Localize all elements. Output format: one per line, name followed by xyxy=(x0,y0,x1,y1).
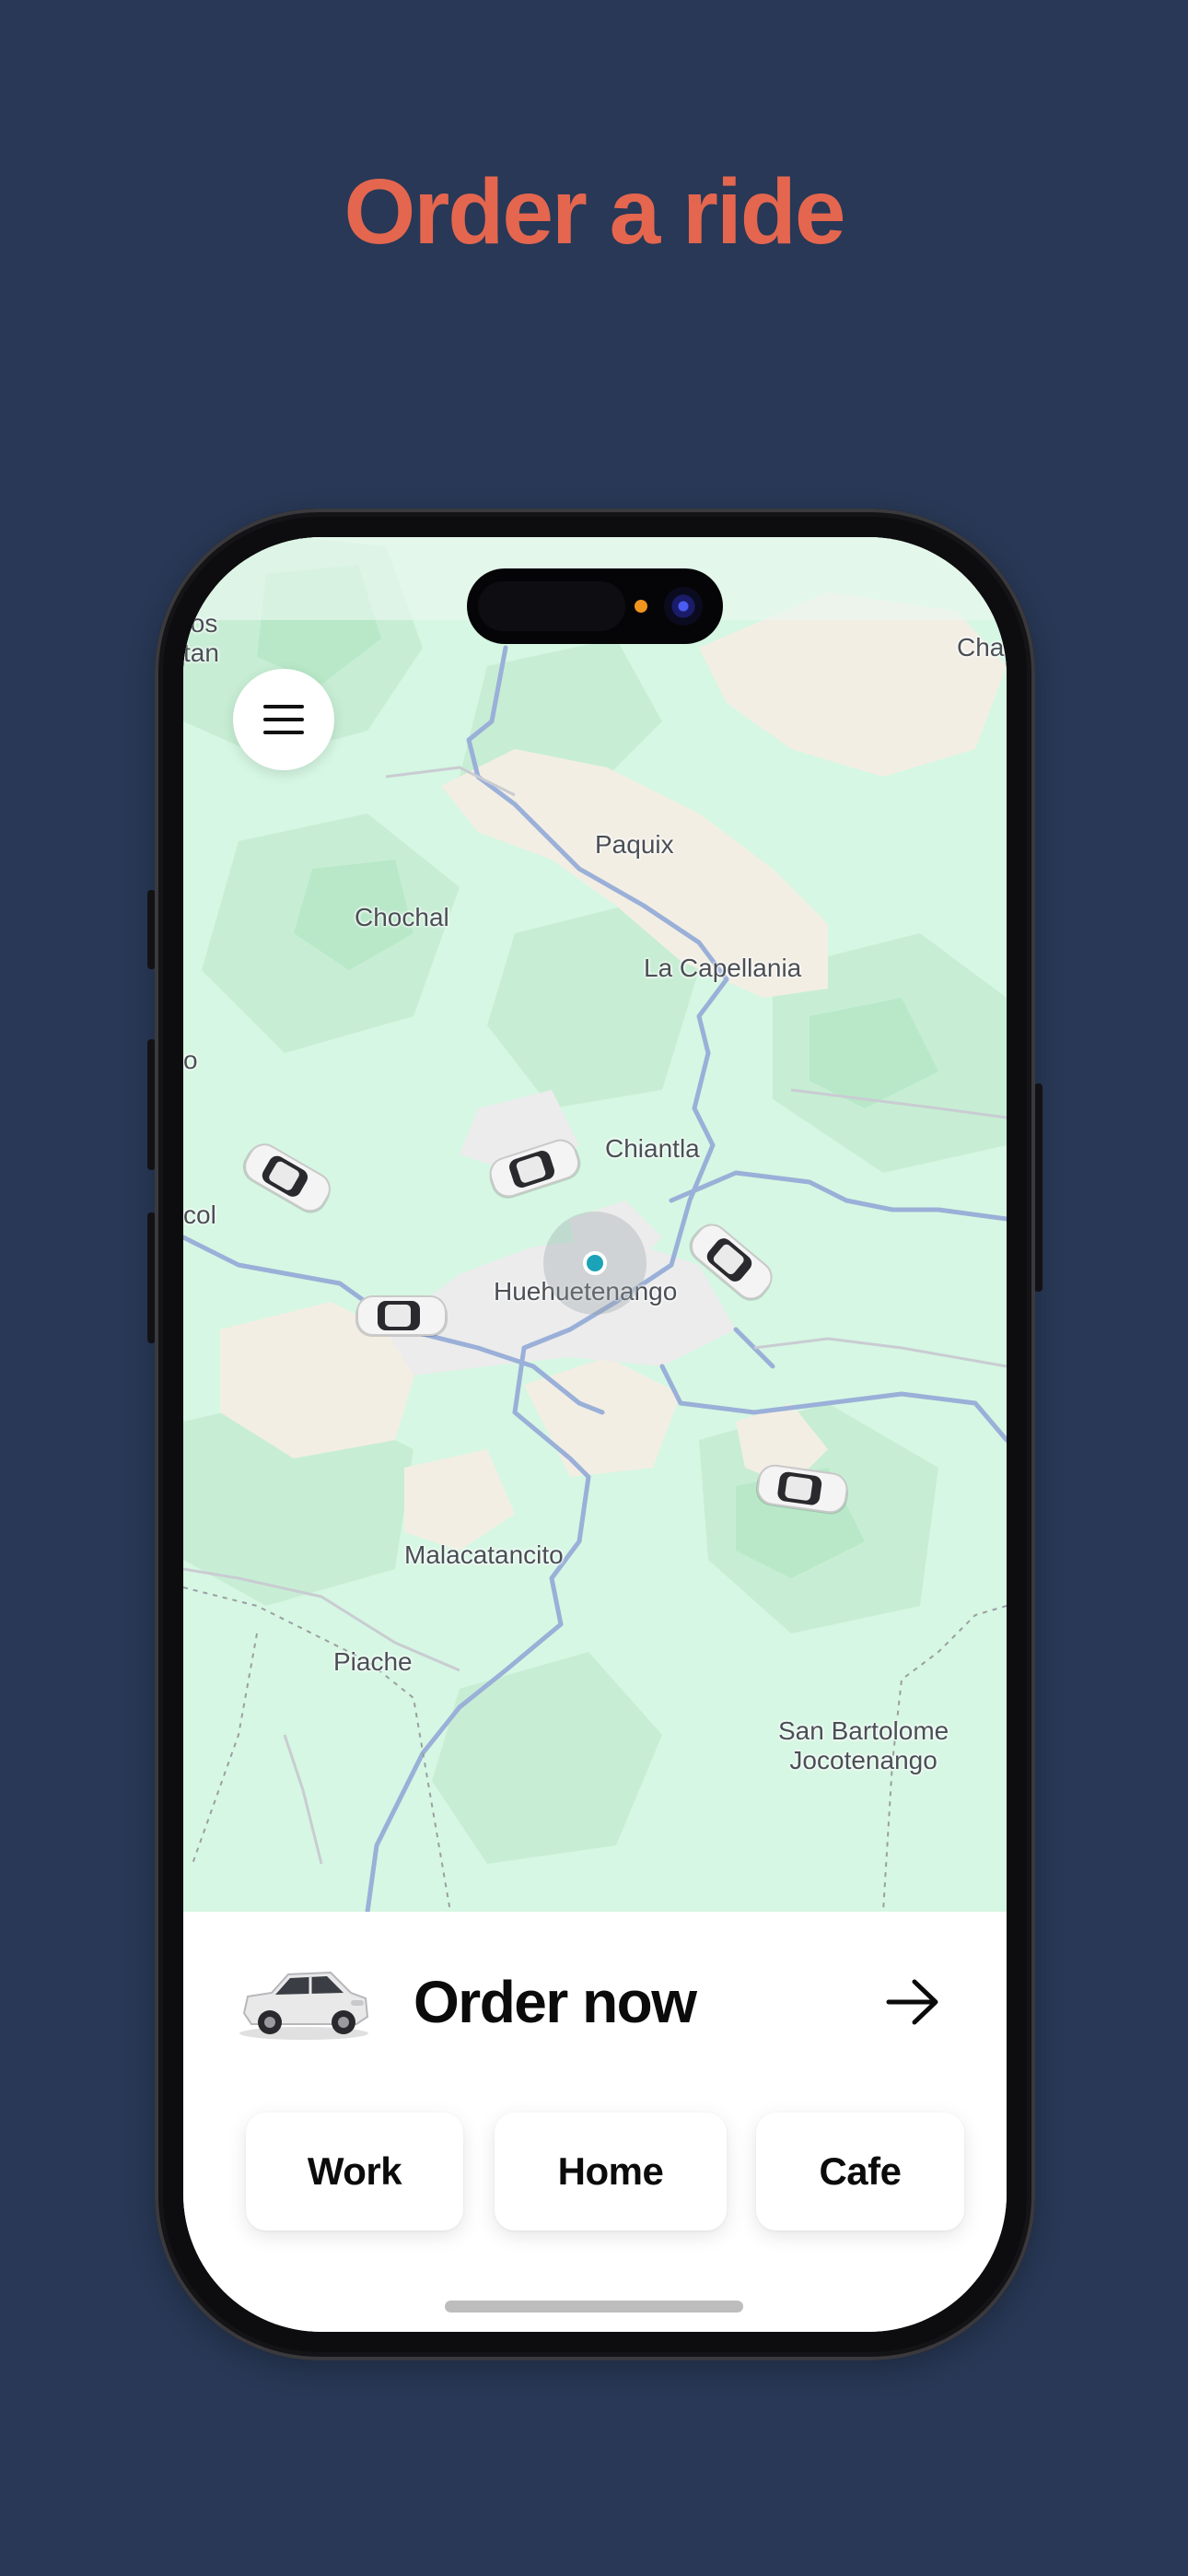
car-marker[interactable] xyxy=(354,1293,449,1342)
privacy-indicator-dot xyxy=(635,600,647,613)
order-now-label: Order now xyxy=(413,1969,697,2035)
map-view[interactable]: tos tan Cha Paquix Chochal La Capellania… xyxy=(183,537,1007,1912)
destination-chip-cafe[interactable]: Cafe xyxy=(756,2113,964,2231)
destination-chip-home[interactable]: Home xyxy=(495,2113,727,2231)
map-label-malacatancito: Malacatancito xyxy=(404,1540,564,1569)
island-sensor xyxy=(478,581,625,631)
phone-screen: tos tan Cha Paquix Chochal La Capellania… xyxy=(183,537,1007,2332)
order-now-button[interactable]: Order now xyxy=(183,1912,1007,2092)
map-label-col: col xyxy=(183,1200,216,1229)
menu-bar xyxy=(263,705,304,708)
dynamic-island xyxy=(467,568,723,644)
page-headline: Order a ride xyxy=(344,160,846,263)
front-camera-icon xyxy=(664,587,703,626)
car-icon xyxy=(239,1971,369,2040)
current-location-icon xyxy=(583,1251,607,1275)
map-label-piache: Piache xyxy=(333,1647,413,1676)
map-label-la-capellania: La Capellania xyxy=(644,954,802,982)
map-label-o: o xyxy=(183,1046,198,1074)
destination-chip-work[interactable]: Work xyxy=(246,2113,463,2231)
arrow-right-icon[interactable] xyxy=(885,1976,942,2028)
home-indicator[interactable] xyxy=(445,2301,743,2313)
phone-power-button xyxy=(1034,1083,1042,1292)
menu-bar xyxy=(263,718,304,721)
map-label-paquix: Paquix xyxy=(595,830,674,859)
menu-bar xyxy=(263,731,304,734)
map-label-tos-tan: tos tan xyxy=(183,609,219,667)
hamburger-menu-icon[interactable] xyxy=(233,669,334,770)
map-label-chochal: Chochal xyxy=(355,903,449,931)
map-label-chiantla: Chiantla xyxy=(605,1134,700,1163)
map-label-san-bartolome-jocotenango: San Bartolome Jocotenango xyxy=(778,1716,949,1774)
order-sheet: Order now Work Home Cafe xyxy=(183,1912,1007,2332)
map-label-cha: Cha xyxy=(957,633,1005,662)
